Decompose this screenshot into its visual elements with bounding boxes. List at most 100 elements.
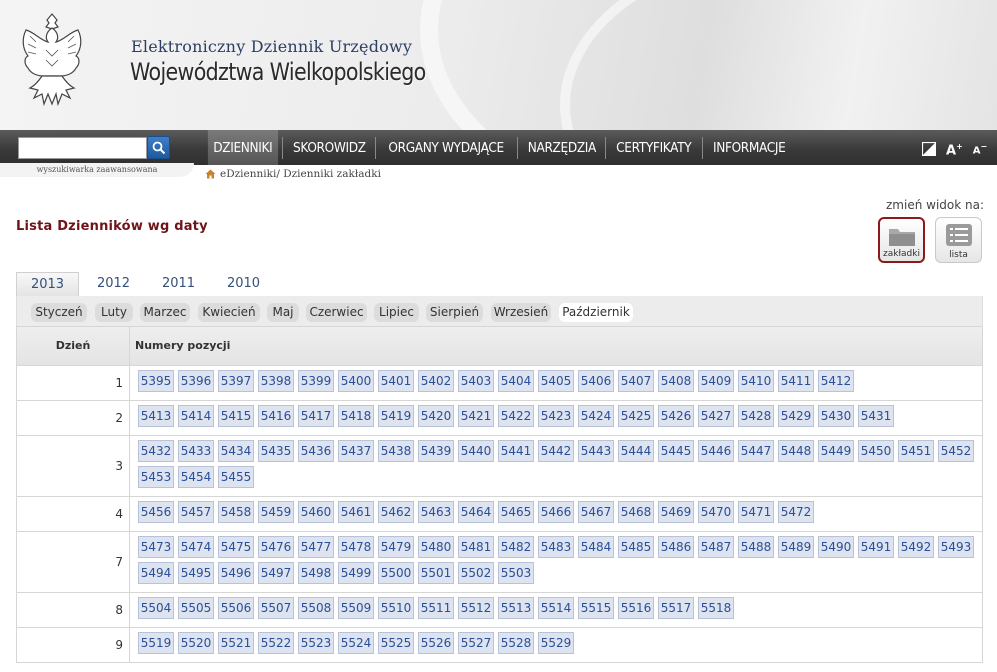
position-link[interactable]: 5523 [298, 632, 334, 654]
position-link[interactable]: 5451 [898, 440, 934, 462]
tab-year-2010[interactable]: 2010 [216, 272, 271, 296]
position-link[interactable]: 5433 [178, 440, 214, 462]
position-link[interactable]: 5474 [178, 536, 214, 558]
tab-month-luty[interactable]: Luty [95, 303, 133, 322]
position-link[interactable]: 5441 [498, 440, 534, 462]
contrast-icon[interactable] [922, 142, 936, 157]
position-link[interactable]: 5417 [298, 405, 334, 427]
position-link[interactable]: 5439 [418, 440, 454, 462]
position-link[interactable]: 5513 [498, 597, 534, 619]
position-link[interactable]: 5423 [538, 405, 574, 427]
position-link[interactable]: 5456 [138, 501, 174, 523]
position-link[interactable]: 5487 [698, 536, 734, 558]
position-link[interactable]: 5410 [738, 370, 774, 392]
position-link[interactable]: 5455 [218, 466, 254, 488]
position-link[interactable]: 5443 [578, 440, 614, 462]
tab-month-maj[interactable]: Maj [267, 303, 299, 322]
position-link[interactable]: 5528 [498, 632, 534, 654]
position-link[interactable]: 5416 [258, 405, 294, 427]
position-link[interactable]: 5505 [178, 597, 214, 619]
position-link[interactable]: 5465 [498, 501, 534, 523]
position-link[interactable]: 5515 [578, 597, 614, 619]
position-link[interactable]: 5467 [578, 501, 614, 523]
font-decrease-button[interactable]: A− [973, 139, 987, 159]
position-link[interactable]: 5438 [378, 440, 414, 462]
position-link[interactable]: 5450 [858, 440, 894, 462]
nav-item-organy[interactable]: ORGANY WYDAJĄCE [383, 130, 509, 165]
position-link[interactable]: 5488 [738, 536, 774, 558]
tab-month-kwiecien[interactable]: Kwiecień [198, 303, 260, 322]
position-link[interactable]: 5504 [138, 597, 174, 619]
nav-item-certyfikaty[interactable]: CERTYFIKATY [611, 130, 697, 165]
position-link[interactable]: 5405 [538, 370, 574, 392]
view-tabs-button[interactable]: zakładki [878, 217, 925, 263]
position-link[interactable]: 5432 [138, 440, 174, 462]
position-link[interactable]: 5406 [578, 370, 614, 392]
position-link[interactable]: 5475 [218, 536, 254, 558]
position-link[interactable]: 5514 [538, 597, 574, 619]
position-link[interactable]: 5427 [698, 405, 734, 427]
position-link[interactable]: 5463 [418, 501, 454, 523]
search-button[interactable] [147, 136, 170, 159]
position-link[interactable]: 5454 [178, 466, 214, 488]
position-link[interactable]: 5510 [378, 597, 414, 619]
position-link[interactable]: 5435 [258, 440, 294, 462]
position-link[interactable]: 5399 [298, 370, 334, 392]
position-link[interactable]: 5418 [338, 405, 374, 427]
position-link[interactable]: 5452 [938, 440, 974, 462]
position-link[interactable]: 5458 [218, 501, 254, 523]
tab-month-lipiec[interactable]: Lipiec [374, 303, 419, 322]
position-link[interactable]: 5512 [458, 597, 494, 619]
position-link[interactable]: 5497 [258, 562, 294, 584]
position-link[interactable]: 5517 [658, 597, 694, 619]
position-link[interactable]: 5437 [338, 440, 374, 462]
nav-item-informacje[interactable]: INFORMACJE [707, 130, 790, 165]
position-link[interactable]: 5502 [458, 562, 494, 584]
position-link[interactable]: 5457 [178, 501, 214, 523]
position-link[interactable]: 5402 [418, 370, 454, 392]
tab-month-marzec[interactable]: Marzec [140, 303, 190, 322]
position-link[interactable]: 5499 [338, 562, 374, 584]
position-link[interactable]: 5424 [578, 405, 614, 427]
position-link[interactable]: 5434 [218, 440, 254, 462]
position-link[interactable]: 5466 [538, 501, 574, 523]
position-link[interactable]: 5527 [458, 632, 494, 654]
position-link[interactable]: 5500 [378, 562, 414, 584]
position-link[interactable]: 5503 [498, 562, 534, 584]
nav-item-narzedzia[interactable]: NARZĘDZIA [522, 130, 601, 165]
position-link[interactable]: 5529 [538, 632, 574, 654]
position-link[interactable]: 5522 [258, 632, 294, 654]
home-icon[interactable] [205, 169, 216, 179]
position-link[interactable]: 5396 [178, 370, 214, 392]
position-link[interactable]: 5415 [218, 405, 254, 427]
position-link[interactable]: 5490 [818, 536, 854, 558]
tab-month-wrzesien[interactable]: Wrzesień [491, 303, 551, 322]
position-link[interactable]: 5477 [298, 536, 334, 558]
nav-item-dzienniki[interactable]: DZIENNIKI [207, 130, 278, 165]
tab-year-2012[interactable]: 2012 [86, 272, 141, 296]
tab-month-czerwiec[interactable]: Czerwiec [306, 303, 367, 322]
position-link[interactable]: 5449 [818, 440, 854, 462]
position-link[interactable]: 5492 [898, 536, 934, 558]
position-link[interactable]: 5430 [818, 405, 854, 427]
position-link[interactable]: 5471 [738, 501, 774, 523]
position-link[interactable]: 5404 [498, 370, 534, 392]
position-link[interactable]: 5400 [338, 370, 374, 392]
position-link[interactable]: 5442 [538, 440, 574, 462]
position-link[interactable]: 5397 [218, 370, 254, 392]
position-link[interactable]: 5422 [498, 405, 534, 427]
position-link[interactable]: 5414 [178, 405, 214, 427]
position-link[interactable]: 5453 [138, 466, 174, 488]
search-input[interactable] [18, 137, 147, 159]
position-link[interactable]: 5420 [418, 405, 454, 427]
position-link[interactable]: 5511 [418, 597, 454, 619]
position-link[interactable]: 5483 [538, 536, 574, 558]
position-link[interactable]: 5469 [658, 501, 694, 523]
position-link[interactable]: 5448 [778, 440, 814, 462]
position-link[interactable]: 5508 [298, 597, 334, 619]
position-link[interactable]: 5459 [258, 501, 294, 523]
position-link[interactable]: 5419 [378, 405, 414, 427]
tab-month-sierpien[interactable]: Sierpień [426, 303, 483, 322]
position-link[interactable]: 5521 [218, 632, 254, 654]
position-link[interactable]: 5519 [138, 632, 174, 654]
